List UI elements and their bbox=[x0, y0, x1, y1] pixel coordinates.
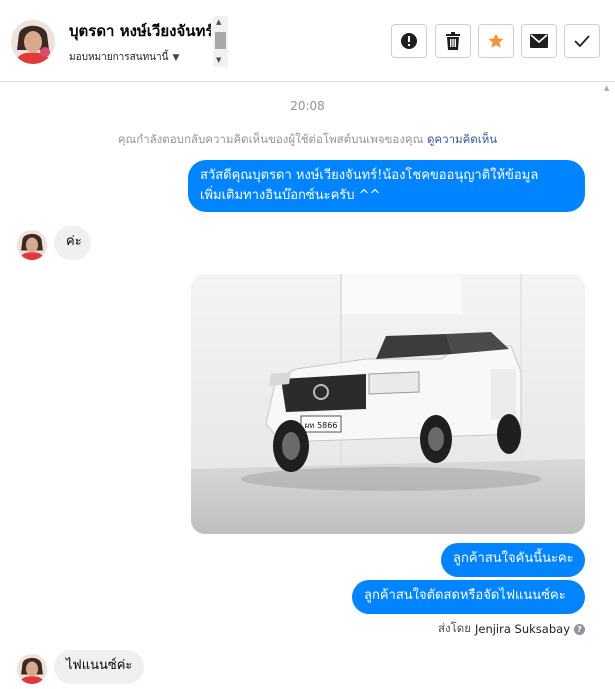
delete-button[interactable] bbox=[435, 24, 471, 58]
scroll-up-arrow-icon[interactable]: ▲ bbox=[216, 18, 221, 26]
outgoing-message[interactable]: ลูกค้าสนใจคันนี้นะคะ bbox=[441, 543, 585, 577]
message-thread[interactable]: ▲ 20:08 คุณกำลังตอบกลับความคิดเห็นของผู้… bbox=[0, 82, 615, 689]
view-comment-link[interactable]: ดูความคิดเห็น bbox=[427, 132, 497, 146]
contact-avatar-small[interactable] bbox=[17, 230, 47, 260]
contact-avatar[interactable] bbox=[11, 20, 55, 64]
pickup-truck-photo: ผท 5866 bbox=[191, 274, 585, 534]
outgoing-message[interactable]: ลูกค้าสนใจตัดสดหรือจัดไฟแนนซ์คะ bbox=[352, 580, 585, 614]
trash-icon bbox=[446, 32, 460, 50]
message-text: ไฟแนนซ์ค่ะ bbox=[66, 658, 133, 673]
contact-avatar-small[interactable] bbox=[17, 654, 47, 684]
message-text: ลูกค้าสนใจคันนี้นะคะ bbox=[453, 551, 574, 566]
message-text: ลูกค้าสนใจตัดสดหรือจัดไฟแนนซ์คะ bbox=[364, 588, 566, 603]
outgoing-message[interactable]: สวัสดีคุณบุตรดา หงษ์เวียงจันทร์!น้องโชคข… bbox=[188, 160, 585, 212]
assign-label: มอบหมายการสนทนานี้ bbox=[69, 52, 169, 63]
scroll-down-arrow-icon[interactable]: ▼ bbox=[216, 56, 221, 64]
sender-name: Jenjira Suksabay bbox=[474, 622, 570, 636]
thread-scrollbar[interactable]: ▲ bbox=[600, 82, 615, 689]
message-line: สวัสดีคุณบุตรดา หงษ์เวียงจันทร์!น้องโชคข… bbox=[200, 168, 539, 183]
header-scrollbar[interactable]: ▲ ▼ bbox=[213, 16, 228, 67]
mark-done-button[interactable] bbox=[564, 24, 600, 58]
message-timestamp: 20:08 bbox=[290, 99, 325, 113]
sent-by-info: ส่งโดย Jenjira Suksabay ? bbox=[438, 620, 585, 638]
notice-text: คุณกำลังตอบกลับความคิดเห็นของผู้ใช้ต่อโพ… bbox=[117, 132, 424, 146]
star-button[interactable] bbox=[478, 24, 514, 58]
help-icon[interactable]: ? bbox=[574, 623, 585, 635]
photo-attachment[interactable]: ผท 5866 bbox=[191, 274, 585, 534]
sent-by-label: ส่งโดย bbox=[437, 621, 471, 635]
envelope-icon bbox=[530, 34, 548, 48]
assign-conversation-dropdown[interactable]: มอบหมายการสนทนานี้ ▼ bbox=[69, 50, 179, 65]
star-icon bbox=[488, 33, 504, 48]
report-button[interactable] bbox=[391, 24, 427, 58]
alert-icon bbox=[401, 33, 417, 49]
conversation-header: บุตรดา หงษ์เวียงจันทร์ มอบหมายการสนทนานี… bbox=[0, 0, 615, 82]
check-icon bbox=[574, 35, 590, 48]
message-line: เพิ่มเติมทางอินบ๊อกซ์นะครับ ^^ bbox=[200, 188, 381, 203]
license-plate: ผท 5866 bbox=[305, 421, 338, 430]
incoming-message[interactable]: ไฟแนนซ์ค่ะ bbox=[54, 650, 144, 684]
mark-unread-button[interactable] bbox=[521, 24, 557, 58]
incoming-message[interactable]: ค่ะ bbox=[54, 226, 91, 260]
scroll-up-arrow-icon[interactable]: ▲ bbox=[604, 84, 609, 92]
message-text: ค่ะ bbox=[66, 234, 82, 249]
caret-down-icon: ▼ bbox=[172, 53, 180, 63]
comment-reply-notice: คุณกำลังตอบกลับความคิดเห็นของผู้ใช้ต่อโพ… bbox=[0, 131, 615, 149]
scrollbar-thumb[interactable] bbox=[215, 32, 226, 49]
contact-name: บุตรดา หงษ์เวียงจันทร์ bbox=[69, 22, 211, 40]
